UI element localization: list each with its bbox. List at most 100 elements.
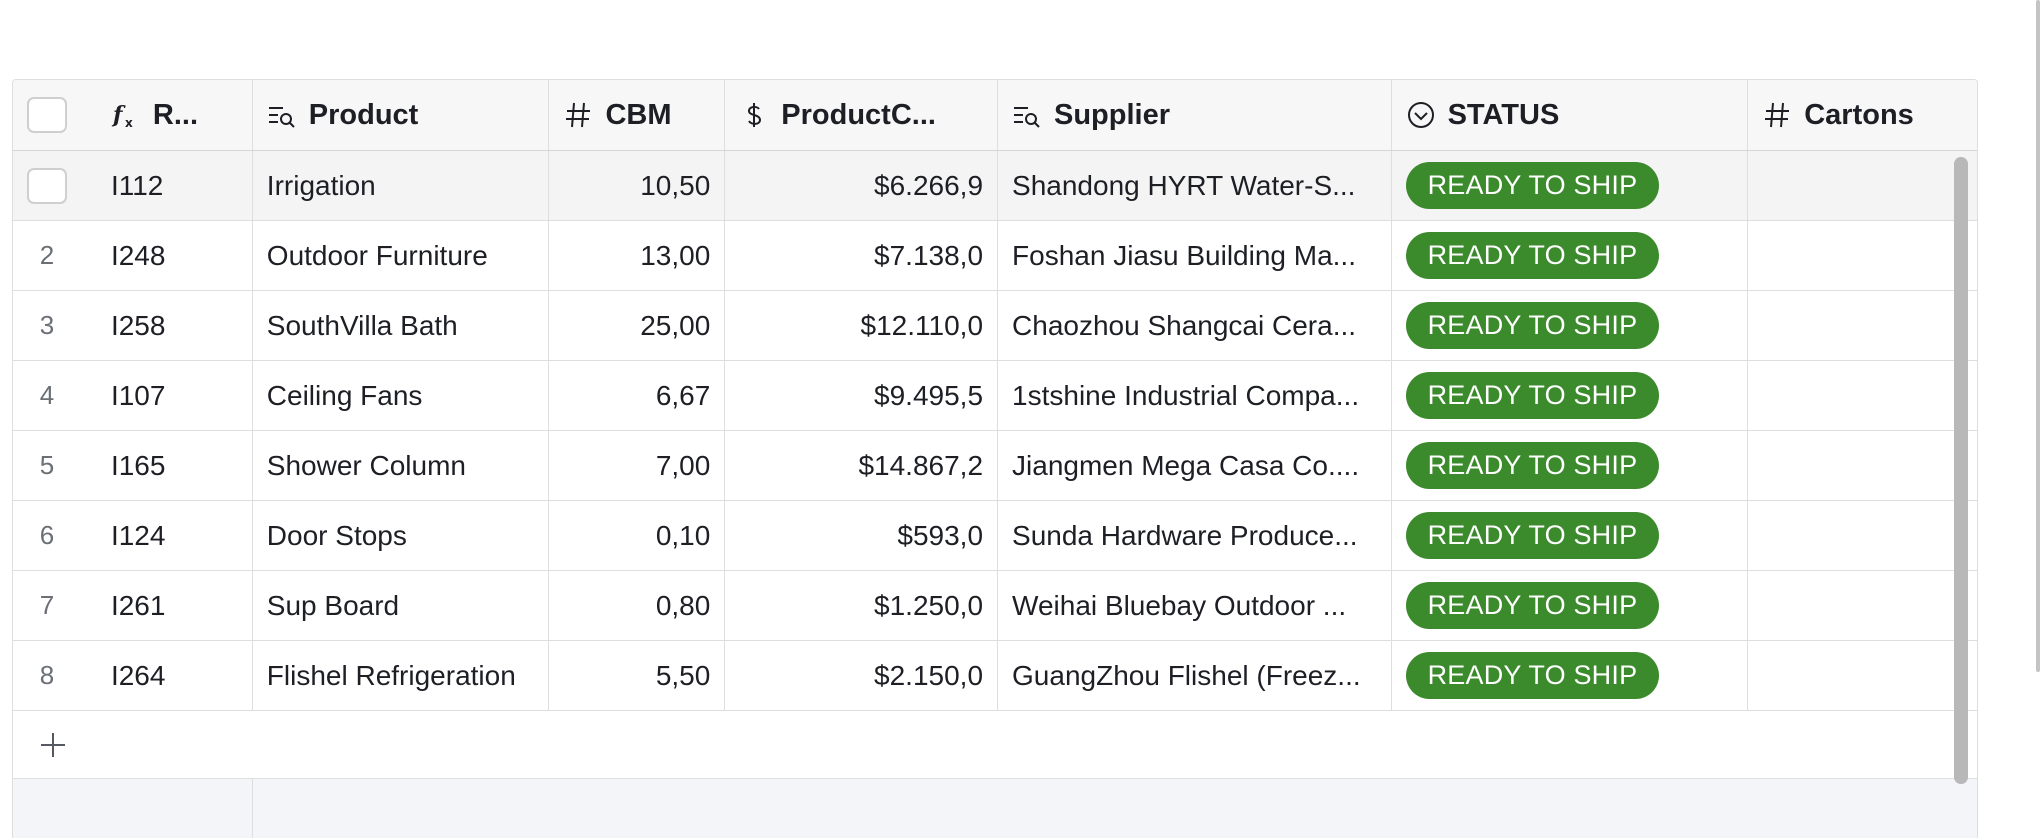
cell-product-cost[interactable]: $12.110,0 [725, 291, 999, 360]
lookup-icon [1012, 100, 1042, 130]
cell-product[interactable]: Outdoor Furniture [253, 221, 550, 290]
cell-status[interactable]: READY TO SHIP [1392, 361, 1749, 430]
column-header-label: R... [152, 98, 199, 131]
row-number: 6 [39, 520, 55, 550]
select-all-cell [13, 80, 97, 150]
cell-status[interactable]: READY TO SHIP [1392, 501, 1749, 570]
table-row[interactable]: 6 I124 Door Stops 0,10 $593,0 Sunda Hard… [13, 501, 1977, 571]
cell-status[interactable]: READY TO SHIP [1392, 571, 1749, 640]
cell-product[interactable]: Sup Board [253, 571, 550, 640]
cell-record[interactable]: I112 [97, 151, 253, 220]
number-icon [1762, 100, 1792, 130]
column-header-label: CBM [605, 98, 672, 131]
table-row[interactable]: 8 I264 Flishel Refrigeration 5,50 $2.150… [13, 641, 1977, 711]
cell-cartons[interactable] [1748, 501, 1977, 570]
column-header-cartons[interactable]: Cartons [1748, 80, 1977, 150]
page-scrollbar-edge [2036, 0, 2040, 672]
column-header-cbm[interactable]: CBM [549, 80, 726, 150]
table-row[interactable]: 5 I165 Shower Column 7,00 $14.867,2 Jian… [13, 431, 1977, 501]
cell-supplier[interactable]: Sunda Hardware Produce... [998, 501, 1392, 570]
status-badge: READY TO SHIP [1405, 582, 1660, 629]
cell-cartons[interactable] [1748, 291, 1977, 360]
cell-record[interactable]: I264 [97, 641, 253, 710]
cell-supplier[interactable]: Jiangmen Mega Casa Co.... [998, 431, 1392, 500]
cell-supplier[interactable]: 1stshine Industrial Compa... [998, 361, 1392, 430]
status-badge: READY TO SHIP [1405, 302, 1660, 349]
cell-cartons[interactable] [1748, 571, 1977, 640]
column-header-label: STATUS [1447, 98, 1560, 131]
cell-status[interactable]: READY TO SHIP [1392, 221, 1749, 290]
cell-supplier[interactable]: Weihai Bluebay Outdoor ... [998, 571, 1392, 640]
cell-product-cost[interactable]: $9.495,5 [725, 361, 999, 430]
table-row[interactable]: 2 I248 Outdoor Furniture 13,00 $7.138,0 … [13, 221, 1977, 291]
column-header-label: Product [308, 98, 419, 131]
cell-product-cost[interactable]: $6.266,9 [725, 151, 999, 220]
cell-status[interactable]: READY TO SHIP [1392, 291, 1749, 360]
cell-cbm[interactable]: 5,50 [549, 641, 726, 710]
cell-product-cost[interactable]: $1.250,0 [725, 571, 999, 640]
row-number: 3 [39, 310, 55, 340]
cell-cbm[interactable]: 0,10 [549, 501, 726, 570]
cell-record[interactable]: I107 [97, 361, 253, 430]
lookup-icon [267, 100, 297, 130]
cell-product[interactable]: Flishel Refrigeration [253, 641, 550, 710]
select-all-checkbox[interactable] [27, 97, 67, 133]
plus-icon [41, 733, 65, 757]
cell-cbm[interactable]: 6,67 [549, 361, 726, 430]
cell-status[interactable]: READY TO SHIP [1392, 431, 1749, 500]
cell-cbm[interactable]: 13,00 [549, 221, 726, 290]
table-row[interactable]: I112 Irrigation 10,50 $6.266,9 Shandong … [13, 151, 1977, 221]
cell-supplier[interactable]: Chaozhou Shangcai Cera... [998, 291, 1392, 360]
cell-product[interactable]: SouthVilla Bath [253, 291, 550, 360]
records-grid: fx R... Product CBM ProductC... Supplier… [12, 79, 1978, 838]
column-header-supplier[interactable]: Supplier [998, 80, 1392, 150]
cell-record[interactable]: I248 [97, 221, 253, 290]
cell-product-cost[interactable]: $14.867,2 [725, 431, 999, 500]
table-row[interactable]: 4 I107 Ceiling Fans 6,67 $9.495,5 1stshi… [13, 361, 1977, 431]
cell-product[interactable]: Door Stops [253, 501, 550, 570]
cell-supplier[interactable]: Shandong HYRT Water-S... [998, 151, 1392, 220]
cell-record[interactable]: I165 [97, 431, 253, 500]
cell-record[interactable]: I258 [97, 291, 253, 360]
grid-empty-area [13, 779, 1977, 838]
grid-header: fx R... Product CBM ProductC... Supplier… [13, 80, 1977, 151]
cell-cbm[interactable]: 10,50 [549, 151, 726, 220]
vertical-scrollbar[interactable] [1954, 157, 1968, 784]
cell-cartons[interactable] [1748, 361, 1977, 430]
column-header-label: Cartons [1804, 98, 1914, 131]
column-header-label: Supplier [1054, 98, 1171, 131]
row-checkbox[interactable] [27, 167, 67, 204]
cell-status[interactable]: READY TO SHIP [1392, 151, 1749, 220]
cell-supplier[interactable]: GuangZhou Flishel (Freez... [998, 641, 1392, 710]
table-row[interactable]: 3 I258 SouthVilla Bath 25,00 $12.110,0 C… [13, 291, 1977, 361]
add-record-button[interactable] [33, 725, 73, 765]
cell-product-cost[interactable]: $593,0 [725, 501, 999, 570]
cell-cbm[interactable]: 7,00 [549, 431, 726, 500]
row-number: 4 [39, 380, 55, 410]
cell-product[interactable]: Irrigation [253, 151, 550, 220]
formula-icon: fx [111, 100, 141, 130]
status-badge: READY TO SHIP [1405, 162, 1660, 209]
column-header-status[interactable]: STATUS [1392, 80, 1749, 150]
cell-cartons[interactable] [1748, 641, 1977, 710]
cell-product[interactable]: Ceiling Fans [253, 361, 550, 430]
cell-product[interactable]: Shower Column [253, 431, 550, 500]
svg-text:f: f [111, 102, 126, 128]
single-select-icon [1406, 100, 1436, 130]
column-header-product[interactable]: Product [253, 80, 550, 150]
cell-record[interactable]: I261 [97, 571, 253, 640]
cell-record[interactable]: I124 [97, 501, 253, 570]
cell-status[interactable]: READY TO SHIP [1392, 641, 1749, 710]
table-row[interactable]: 7 I261 Sup Board 0,80 $1.250,0 Weihai Bl… [13, 571, 1977, 641]
cell-cbm[interactable]: 0,80 [549, 571, 726, 640]
column-header-record[interactable]: fx R... [97, 80, 253, 150]
cell-supplier[interactable]: Foshan Jiasu Building Ma... [998, 221, 1392, 290]
cell-cartons[interactable] [1748, 221, 1977, 290]
cell-product-cost[interactable]: $2.150,0 [725, 641, 999, 710]
cell-cartons[interactable] [1748, 151, 1977, 220]
column-header-product-cost[interactable]: ProductC... [725, 80, 998, 150]
cell-product-cost[interactable]: $7.138,0 [725, 221, 999, 290]
cell-cbm[interactable]: 25,00 [549, 291, 726, 360]
cell-cartons[interactable] [1748, 431, 1977, 500]
svg-text:x: x [125, 116, 133, 130]
